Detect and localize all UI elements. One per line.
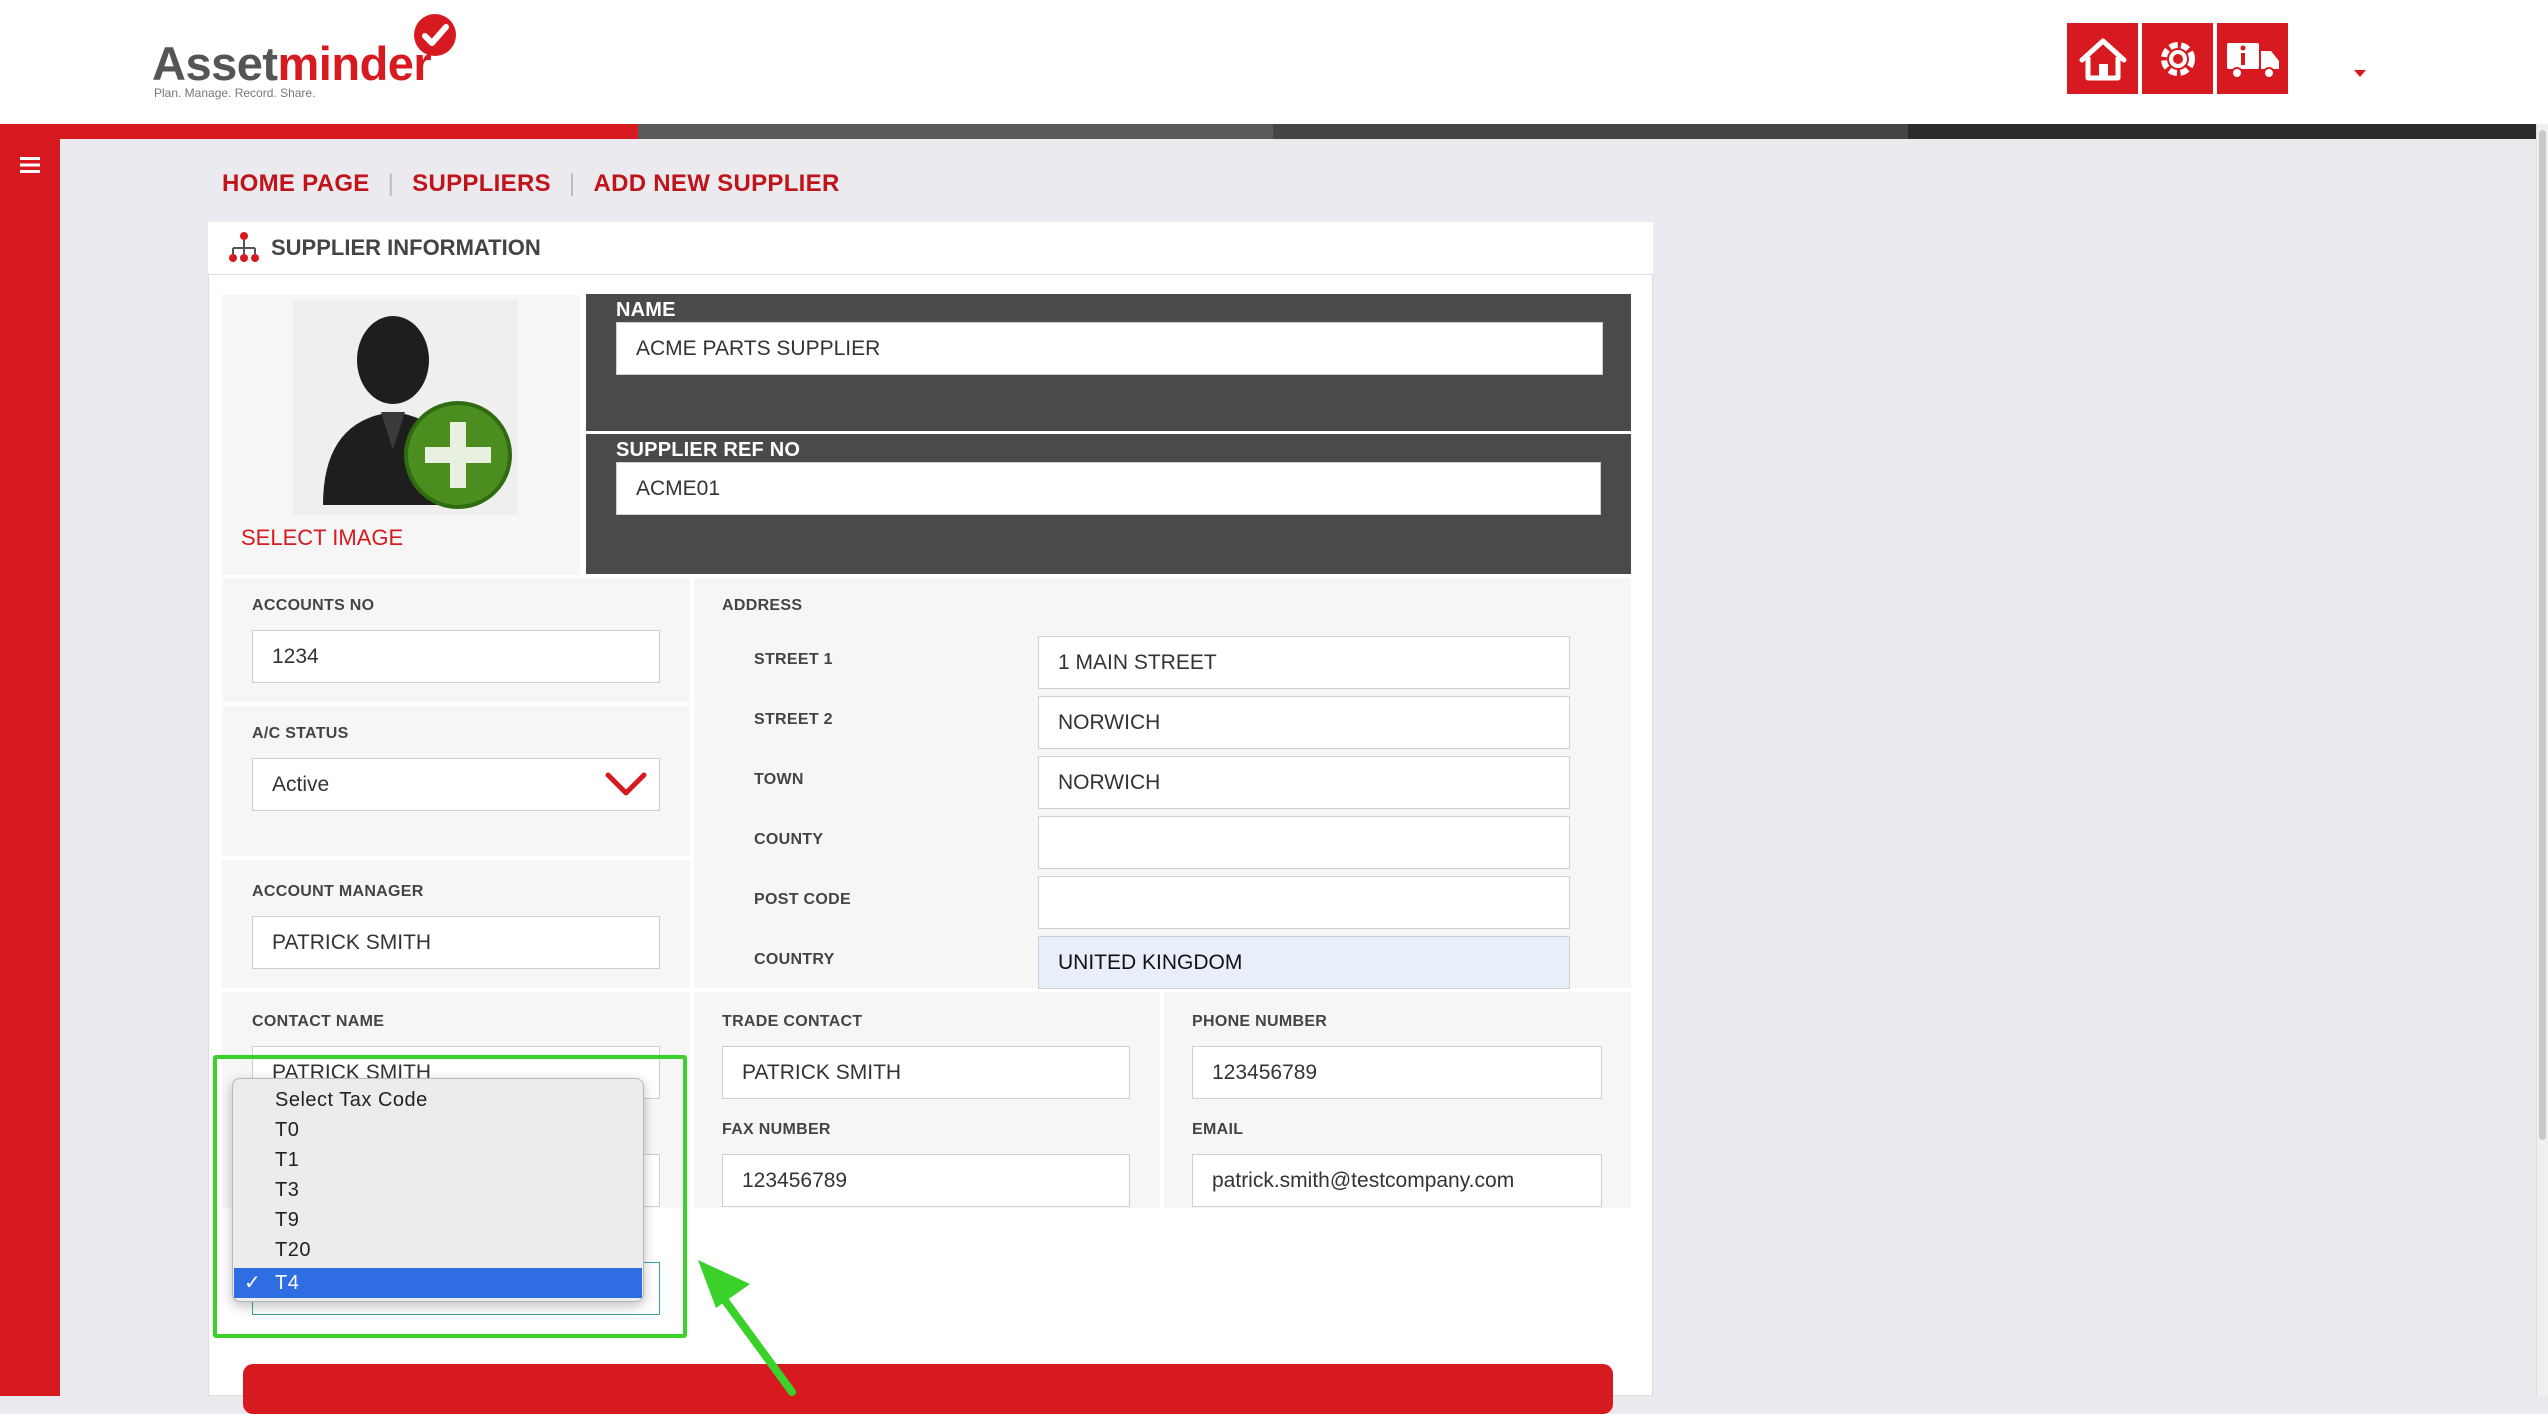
contact-name-label: CONTACT NAME <box>252 1013 385 1030</box>
trade-contact-label: TRADE CONTACT <box>722 1013 863 1030</box>
fax-number-label: FAX NUMBER <box>722 1121 831 1138</box>
address-label: ADDRESS <box>722 597 803 614</box>
street2-label: STREET 2 <box>754 711 833 728</box>
vehicle-info-nav-button[interactable] <box>2217 23 2288 94</box>
post-code-label: POST CODE <box>754 891 851 908</box>
ac-status-value: Active <box>272 772 330 796</box>
save-supplier-bar[interactable] <box>243 1364 1613 1414</box>
user-menu-caret-icon[interactable] <box>2354 70 2366 77</box>
select-image-link[interactable]: SELECT IMAGE <box>241 525 403 551</box>
supplier-ref-input[interactable]: ACME01 <box>616 462 1601 515</box>
scrollbar-thumb[interactable] <box>2539 130 2546 1140</box>
email-input[interactable]: patrick.smith@testcompany.com <box>1192 1154 1602 1207</box>
settings-cog-icon <box>2160 41 2195 76</box>
logo-tagline: Plan. Manage. Record. Share. <box>154 86 316 100</box>
card-title: SUPPLIER INFORMATION <box>271 235 541 260</box>
sidebar-strip <box>0 139 60 1396</box>
breadcrumb: HOME PAGE | SUPPLIERS | ADD NEW SUPPLIER <box>222 166 840 202</box>
annotation-highlight-box <box>213 1055 687 1338</box>
home-nav-button[interactable] <box>2067 23 2138 94</box>
town-input[interactable]: NORWICH <box>1038 756 1570 809</box>
phone-number-input[interactable]: 123456789 <box>1192 1046 1602 1099</box>
org-chart-icon <box>226 230 262 266</box>
settings-nav-button[interactable] <box>2142 23 2213 94</box>
email-label: EMAIL <box>1192 1121 1244 1138</box>
ac-status-label: A/C STATUS <box>252 725 349 742</box>
accounts-no-label: ACCOUNTS NO <box>252 597 375 614</box>
town-label: TOWN <box>754 771 804 788</box>
name-label: NAME <box>616 299 676 321</box>
supplier-ref-label: SUPPLIER REF NO <box>616 439 801 461</box>
logo-wordmark: Assetminder <box>152 37 432 90</box>
home-icon <box>2079 38 2126 80</box>
street1-input[interactable]: 1 MAIN STREET <box>1038 636 1570 689</box>
accounts-no-input[interactable]: 1234 <box>252 630 660 683</box>
trade-contact-input[interactable]: PATRICK SMITH <box>722 1046 1130 1099</box>
account-manager-label: ACCOUNT MANAGER <box>252 883 424 900</box>
breadcrumb-separator: | <box>568 170 576 197</box>
breadcrumb-suppliers[interactable]: SUPPLIERS <box>412 170 551 198</box>
avatar-placeholder[interactable] <box>293 300 518 515</box>
account-manager-input[interactable]: PATRICK SMITH <box>252 916 660 969</box>
country-input[interactable]: UNITED KINGDOM <box>1038 936 1570 989</box>
county-input[interactable] <box>1038 816 1570 869</box>
hamburger-menu-button[interactable] <box>14 152 46 178</box>
breadcrumb-separator: | <box>387 170 395 197</box>
ac-status-select[interactable]: Active <box>252 758 660 811</box>
street1-label: STREET 1 <box>754 651 833 668</box>
fax-number-input[interactable]: 123456789 <box>722 1154 1130 1207</box>
header-color-bar <box>0 124 2548 139</box>
assetminder-logo[interactable]: Assetminder Plan. Manage. Record. Share. <box>152 14 472 100</box>
checkmark-badge-icon <box>414 14 456 56</box>
breadcrumb-add-new-supplier[interactable]: ADD NEW SUPPLIER <box>593 170 839 198</box>
name-input[interactable]: ACME PARTS SUPPLIER <box>616 322 1603 375</box>
hamburger-icon <box>20 157 40 173</box>
county-label: COUNTY <box>754 831 824 848</box>
vehicle-info-icon <box>2226 42 2279 79</box>
phone-number-label: PHONE NUMBER <box>1192 1013 1328 1030</box>
street2-input[interactable]: NORWICH <box>1038 696 1570 749</box>
chevron-down-icon <box>605 772 647 796</box>
annotation-arrow-icon <box>698 1260 796 1396</box>
country-label: COUNTRY <box>754 951 835 968</box>
add-person-icon <box>323 316 512 509</box>
breadcrumb-home[interactable]: HOME PAGE <box>222 170 370 198</box>
post-code-input[interactable] <box>1038 876 1570 929</box>
